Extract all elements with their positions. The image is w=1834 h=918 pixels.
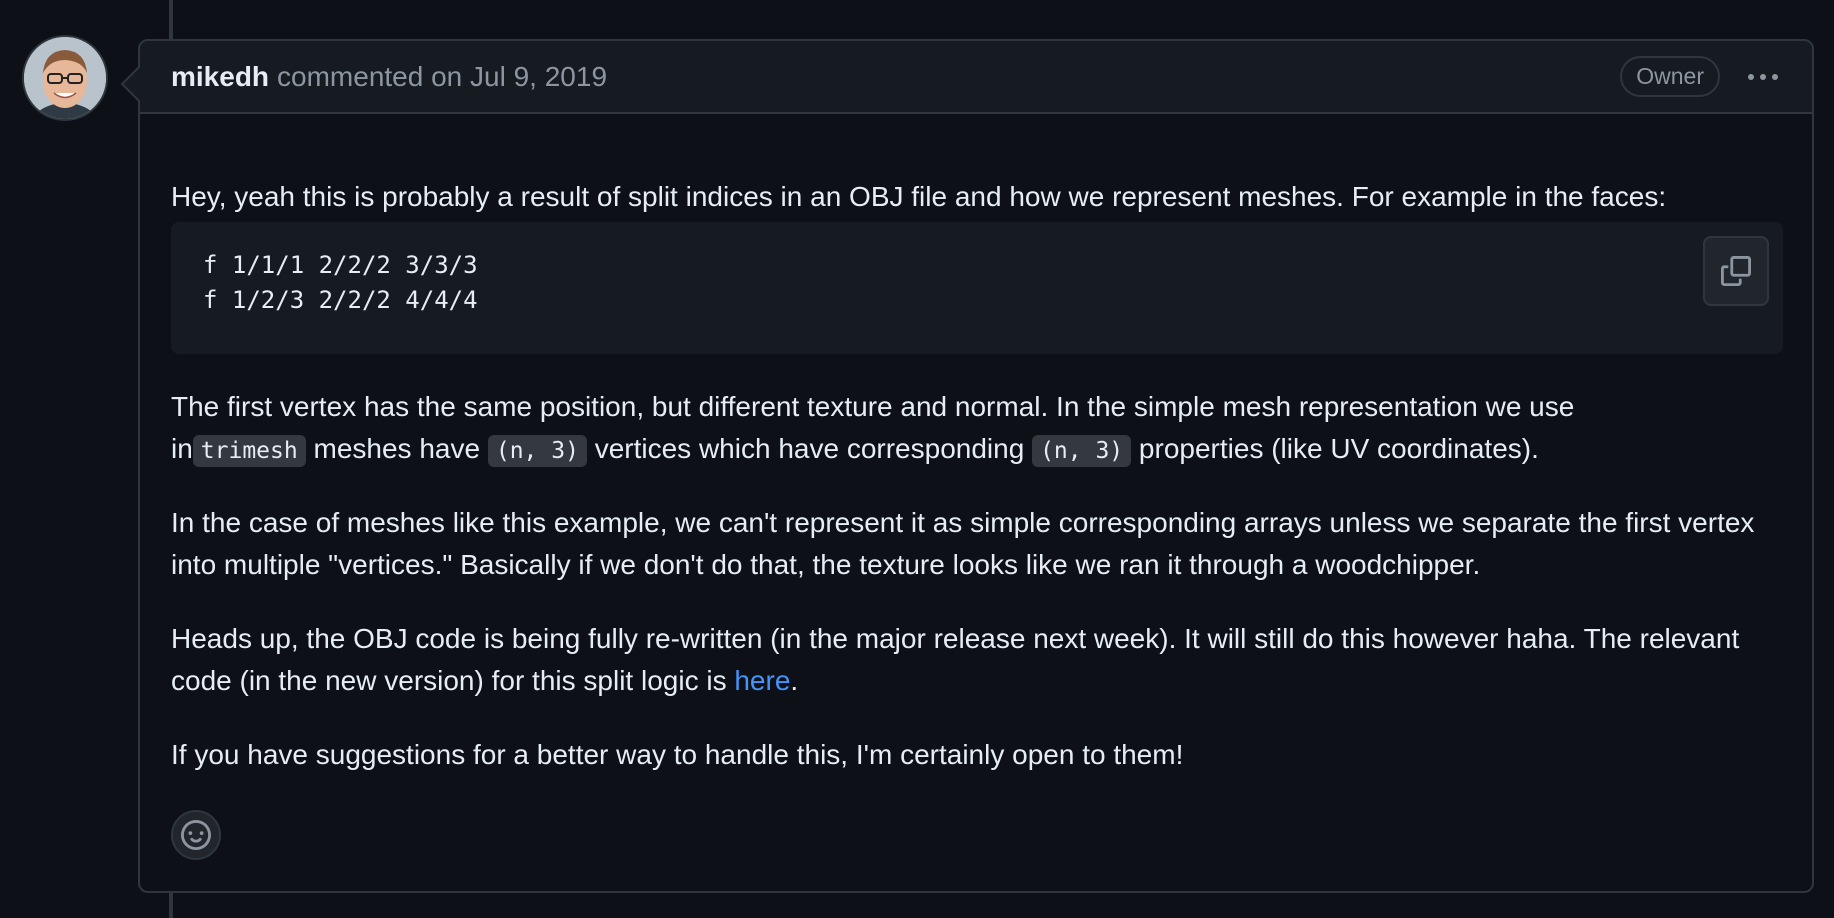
comment-paragraph-3: In the case of meshes like this example,… — [171, 507, 1755, 580]
code-line-2: f 1/2/3 2/2/2 4/4/4 — [203, 286, 478, 314]
paragraph-2-line-1: The first vertex has the same position, … — [171, 391, 1575, 422]
paragraph-4-end: . — [790, 665, 799, 696]
comment-header: mikedh commented on Jul 9, 2019 Owner — [140, 41, 1812, 114]
author-name[interactable]: mikedh — [171, 61, 269, 93]
paragraph-2-mid-2: vertices which have corresponding — [586, 433, 1033, 464]
inline-code-trimesh: trimesh — [192, 435, 306, 467]
paragraph-2-post: properties (like UV coordinates). — [1131, 433, 1539, 464]
avatar[interactable] — [24, 37, 106, 119]
copy-button[interactable] — [1703, 236, 1769, 306]
comment-paragraph-4: Heads up, the OBJ code is being fully re… — [171, 618, 1791, 702]
inline-code-shape-2: (n, 3) — [1032, 435, 1132, 467]
avatar-image — [24, 37, 106, 119]
smiley-icon — [181, 820, 211, 850]
copy-icon — [1721, 256, 1751, 286]
owner-badge: Owner — [1620, 56, 1720, 97]
inline-code-shape-1: (n, 3) — [487, 435, 587, 467]
more-options-button[interactable] — [1744, 66, 1782, 88]
comment-paragraph-1: Hey, yeah this is probably a result of s… — [171, 181, 1667, 212]
comment-timestamp[interactable]: commented on Jul 9, 2019 — [277, 61, 607, 93]
comment-paragraph-5: If you have suggestions for a better way… — [171, 739, 1184, 770]
code-line-1: f 1/1/1 2/2/2 3/3/3 — [203, 251, 478, 279]
paragraph-2-pre: in — [171, 433, 193, 464]
kebab-horizontal-icon — [1748, 73, 1754, 80]
code-block: f 1/1/1 2/2/2 3/3/3 f 1/2/3 2/2/2 4/4/4 — [171, 222, 1783, 354]
add-reaction-button[interactable] — [171, 810, 221, 860]
paragraph-4-text: Heads up, the OBJ code is being fully re… — [171, 623, 1740, 696]
here-link[interactable]: here — [734, 665, 790, 696]
paragraph-2-mid-1: meshes have — [305, 433, 488, 464]
comment-paragraph-2: The first vertex has the same position, … — [171, 386, 1791, 472]
comment-box: mikedh commented on Jul 9, 2019 Owner He… — [120, 39, 1814, 893]
